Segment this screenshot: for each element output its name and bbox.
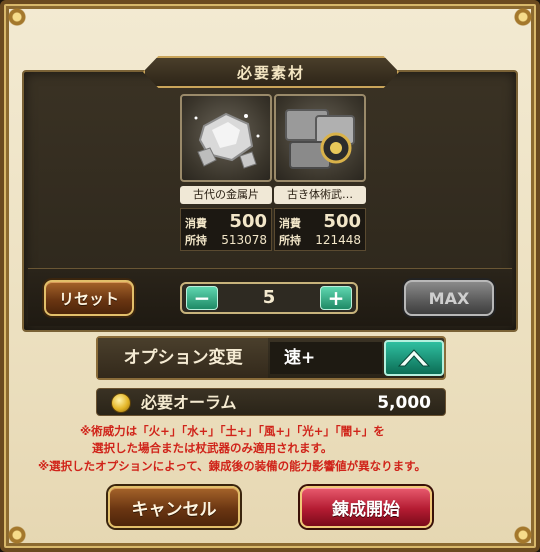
note-line: ※術威力は「火+」「水+」「土+」「風+」「光+」「闇+」を: [80, 424, 385, 438]
option-change-label: オプション変更: [98, 338, 268, 378]
start-smelt-button[interactable]: 錬成開始: [300, 486, 432, 528]
option-select-button[interactable]: [384, 340, 444, 376]
required-aurum-row: 必要オーラム 5,000: [96, 388, 446, 416]
owned-label: 所持: [185, 234, 207, 247]
aurum-value: 5,000: [377, 393, 431, 413]
consume-label: 消費: [279, 217, 301, 230]
owned-value: 513078: [221, 233, 267, 247]
consume-value: 500: [229, 211, 267, 232]
consume-value: 500: [323, 211, 361, 232]
owned-value: 121448: [315, 233, 361, 247]
corner-ornament: [512, 6, 534, 28]
option-change-row: オプション変更 速+: [96, 336, 446, 380]
material-name: 古き体術武…: [274, 186, 366, 204]
material-name: 古代の金属片: [180, 186, 272, 204]
increment-button[interactable]: +: [320, 286, 352, 310]
silver-ore-icon: [180, 94, 272, 182]
aurum-label: 必要オーラム: [141, 393, 237, 412]
option-value: 速+: [270, 342, 382, 374]
max-button[interactable]: MAX: [404, 280, 494, 316]
consume-row: 消費 500: [185, 211, 267, 232]
corner-ornament: [6, 524, 28, 546]
decrement-button[interactable]: −: [186, 286, 218, 310]
cancel-button[interactable]: キャンセル: [108, 486, 240, 528]
owned-label: 所持: [279, 234, 301, 247]
consume-label: 消費: [185, 217, 207, 230]
note-line: 選択した場合または杖武器のみ適用されます。: [92, 441, 333, 455]
reset-button[interactable]: リセット: [44, 280, 134, 316]
owned-row: 所持 121448: [279, 232, 361, 248]
weapon-fragment-icon: [274, 94, 366, 182]
corner-ornament: [512, 524, 534, 546]
quantity-stepper: − 5 +: [180, 282, 358, 314]
material-stats: 消費 500 所持 513078: [180, 208, 272, 251]
owned-row: 所持 513078: [185, 232, 267, 248]
aurum-coin-icon: [111, 393, 131, 413]
quantity-value: 5: [262, 287, 276, 308]
required-materials-title: 必要素材: [143, 56, 399, 88]
chevron-up-icon: [397, 349, 431, 367]
material-item[interactable]: 古き体術武… 消費 500 所持 121448: [274, 94, 366, 251]
material-stats: 消費 500 所持 121448: [274, 208, 366, 251]
consume-row: 消費 500: [279, 211, 361, 232]
corner-ornament: [6, 6, 28, 28]
material-item[interactable]: 古代の金属片 消費 500 所持 513078: [180, 94, 272, 251]
note-line: ※選択したオプションによって、錬成後の装備の能力影響値が異なります。: [38, 459, 427, 473]
